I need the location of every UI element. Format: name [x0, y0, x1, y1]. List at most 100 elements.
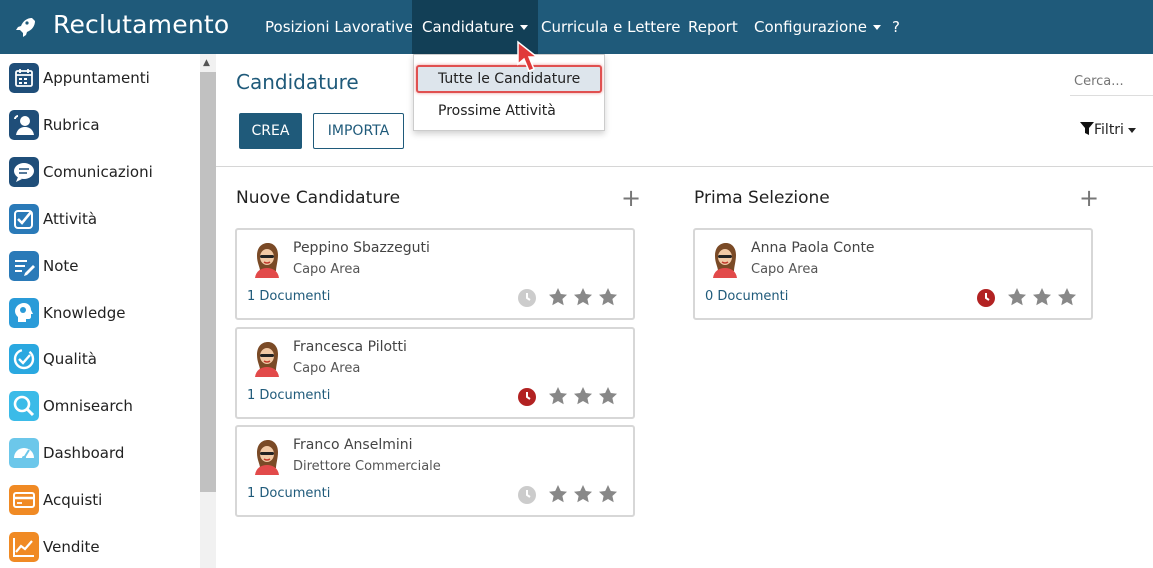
app-title[interactable]: Reclutamento	[53, 10, 229, 39]
column-title-nuove-candidature: Nuove Candidature	[236, 188, 401, 208]
sidebar-item-label: Rubrica	[43, 116, 100, 134]
filter-button[interactable]: Filtri	[1080, 122, 1136, 138]
clock-overdue-icon[interactable]	[977, 289, 995, 307]
sidebar-item-comunicazioni[interactable]: Comunicazioni	[0, 151, 200, 191]
import-button[interactable]: IMPORTA	[313, 113, 404, 149]
avatar-icon	[255, 243, 279, 278]
create-button[interactable]: CREA	[239, 113, 302, 149]
column-title-prima-selezione: Prima Selezione	[694, 188, 830, 208]
nav-report[interactable]: Report	[688, 0, 738, 54]
sidebar-item-label: Omnisearch	[43, 397, 133, 415]
top-navbar: Reclutamento Posizioni Lavorative Candid…	[0, 0, 1153, 54]
documents-link[interactable]: 1 Documenti	[247, 388, 330, 403]
star-icon[interactable]	[572, 385, 594, 407]
nav-configurazione[interactable]: Configurazione	[754, 0, 881, 54]
candidate-name: Anna Paola Conte	[751, 240, 875, 256]
sidebar-item-label: Dashboard	[43, 444, 125, 462]
candidate-name: Francesca Pilotti	[293, 339, 407, 355]
scroll-up-arrow-icon[interactable]: ▲	[203, 58, 210, 68]
documents-link[interactable]: 0 Documenti	[705, 289, 788, 304]
pointer-arrow-icon	[517, 40, 540, 72]
avatar-icon	[255, 342, 279, 377]
star-icon[interactable]	[597, 286, 619, 308]
dashboard-icon	[9, 438, 39, 468]
nav-curricula-e-lettere[interactable]: Curricula e Lettere	[541, 0, 680, 54]
nav-posizioni-lavorative[interactable]: Posizioni Lavorative	[265, 0, 413, 54]
chat-icon	[9, 157, 39, 187]
clock-icon[interactable]	[518, 486, 536, 504]
add-card-button[interactable]: +	[1079, 186, 1099, 210]
sidebar-item-qualita[interactable]: Qualità	[0, 338, 200, 378]
search-input[interactable]	[1070, 68, 1153, 96]
avatar-icon	[713, 243, 737, 278]
sidebar-item-dashboard[interactable]: Dashboard	[0, 432, 200, 472]
candidate-role: Direttore Commerciale	[293, 459, 441, 474]
page-title: Candidature	[236, 70, 359, 94]
candidate-card[interactable]: Peppino Sbazzeguti Capo Area 1 Documenti	[235, 228, 635, 320]
documents-link[interactable]: 1 Documenti	[247, 289, 330, 304]
caret-down-icon	[872, 25, 881, 30]
nav-help[interactable]: ?	[892, 0, 900, 54]
candidate-card[interactable]: Anna Paola Conte Capo Area 0 Documenti	[693, 228, 1093, 320]
candidate-role: Capo Area	[293, 361, 361, 376]
candidate-role: Capo Area	[293, 262, 361, 277]
sidebar-item-knowledge[interactable]: Knowledge	[0, 292, 200, 332]
star-icon[interactable]	[572, 483, 594, 505]
candidate-card[interactable]: Franco Anselmini Direttore Commerciale 1…	[235, 425, 635, 517]
sidebar-item-label: Acquisti	[43, 491, 103, 509]
contacts-icon	[9, 110, 39, 140]
candidate-name: Franco Anselmini	[293, 437, 413, 453]
star-icon[interactable]	[572, 286, 594, 308]
candidate-name: Peppino Sbazzeguti	[293, 240, 430, 256]
sidebar-item-acquisti[interactable]: Acquisti	[0, 479, 200, 519]
sidebar-item-label: Comunicazioni	[43, 163, 153, 181]
sidebar-item-label: Qualità	[43, 350, 97, 368]
chart-icon	[9, 532, 39, 562]
candidate-role: Capo Area	[751, 262, 819, 277]
sidebar-item-attivita[interactable]: Attività	[0, 198, 200, 238]
star-icon[interactable]	[1006, 286, 1028, 308]
clock-overdue-icon[interactable]	[518, 388, 536, 406]
add-card-button[interactable]: +	[621, 186, 641, 210]
sidebar-item-vendite[interactable]: Vendite	[0, 526, 200, 566]
sidebar-item-omnisearch[interactable]: Omnisearch	[0, 385, 200, 425]
sidebar-item-label: Appuntamenti	[43, 69, 150, 87]
avatar-icon	[255, 440, 279, 475]
star-icon[interactable]	[597, 483, 619, 505]
star-icon[interactable]	[547, 483, 569, 505]
documents-link[interactable]: 1 Documenti	[247, 486, 330, 501]
search-icon	[9, 391, 39, 421]
nav-candidature-label: Candidature	[422, 18, 515, 36]
star-icon[interactable]	[1031, 286, 1053, 308]
sidebar: Appuntamenti Rubrica Comunicazioni Attiv…	[0, 54, 200, 568]
caret-down-icon	[520, 25, 529, 30]
header-divider	[216, 166, 1153, 167]
quality-icon	[9, 344, 39, 374]
sidebar-item-label: Attività	[43, 210, 98, 228]
sidebar-item-label: Note	[43, 257, 79, 275]
sidebar-scroll-thumb[interactable]	[200, 72, 216, 492]
menu-item-tutte-le-candidature[interactable]: Tutte le Candidature	[416, 65, 602, 93]
card-icon	[9, 485, 39, 515]
star-icon[interactable]	[1056, 286, 1078, 308]
star-icon[interactable]	[547, 385, 569, 407]
calendar-icon	[9, 63, 39, 93]
clock-icon[interactable]	[518, 289, 536, 307]
sidebar-item-note[interactable]: Note	[0, 245, 200, 285]
menu-item-prossime-attivita[interactable]: Prossime Attività	[414, 97, 604, 125]
caret-down-icon	[1127, 127, 1136, 133]
funnel-icon	[1080, 122, 1094, 135]
rocket-icon	[16, 18, 35, 37]
star-icon[interactable]	[597, 385, 619, 407]
checkbox-icon	[9, 204, 39, 234]
nav-configurazione-label: Configurazione	[754, 18, 867, 36]
note-icon	[9, 251, 39, 281]
star-icon[interactable]	[547, 286, 569, 308]
candidature-dropdown-menu: Tutte le Candidature Prossime Attività	[413, 54, 605, 131]
sidebar-item-label: Vendite	[43, 538, 100, 556]
sidebar-item-appuntamenti[interactable]: Appuntamenti	[0, 57, 200, 97]
sidebar-item-rubrica[interactable]: Rubrica	[0, 104, 200, 144]
candidate-card[interactable]: Francesca Pilotti Capo Area 1 Documenti	[235, 327, 635, 419]
knowledge-icon	[9, 298, 39, 328]
filter-label: Filtri	[1094, 122, 1124, 138]
